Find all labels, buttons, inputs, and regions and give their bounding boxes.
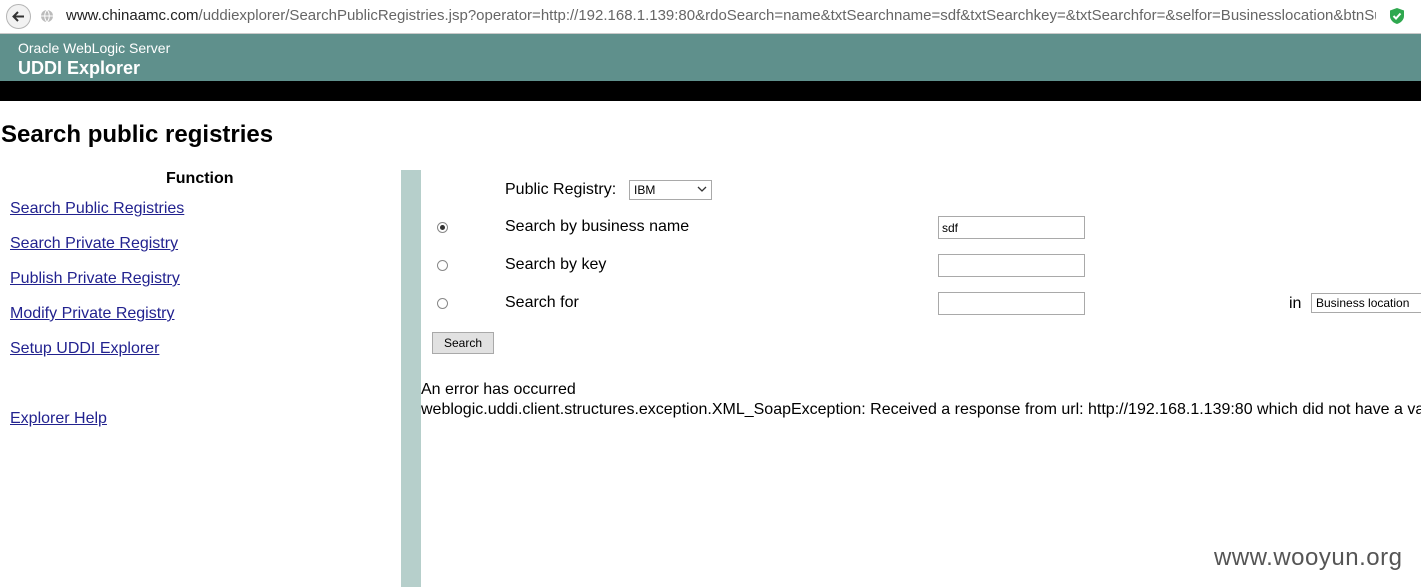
back-button[interactable] bbox=[6, 4, 31, 29]
business-name-input[interactable]: sdf bbox=[938, 216, 1085, 239]
registry-select[interactable]: IBM bbox=[629, 180, 712, 200]
search-for-field-select[interactable]: Business location bbox=[1311, 293, 1421, 313]
header-subtitle: Oracle WebLogic Server bbox=[18, 40, 171, 56]
registry-label: Public Registry: bbox=[505, 181, 617, 198]
shield-icon[interactable] bbox=[1389, 7, 1405, 25]
error-message: weblogic.uddi.client.structures.exceptio… bbox=[421, 401, 1421, 418]
browser-address-bar: www.chinaamc.com/uddiexplorer/SearchPubl… bbox=[0, 0, 1421, 34]
radio-search-by-name[interactable] bbox=[437, 222, 448, 233]
nav-modify-private-registry[interactable]: Modify Private Registry bbox=[10, 305, 175, 323]
error-heading: An error has occurred bbox=[421, 381, 576, 398]
arrow-left-icon bbox=[12, 11, 24, 22]
nav-search-private-registry[interactable]: Search Private Registry bbox=[10, 235, 178, 253]
globe-icon bbox=[41, 9, 53, 23]
nav-setup-uddi-explorer[interactable]: Setup UDDI Explorer bbox=[10, 340, 159, 358]
label-search-by-key: Search by key bbox=[505, 256, 607, 273]
chevron-down-icon bbox=[697, 186, 707, 192]
column-divider bbox=[401, 170, 421, 587]
url-field[interactable]: www.chinaamc.com/uddiexplorer/SearchPubl… bbox=[66, 7, 1376, 24]
search-for-input[interactable] bbox=[938, 292, 1085, 315]
label-search-by-name: Search by business name bbox=[505, 218, 690, 235]
header-divider bbox=[0, 81, 1421, 101]
key-input[interactable] bbox=[938, 254, 1085, 277]
nav-explorer-help[interactable]: Explorer Help bbox=[10, 410, 107, 428]
radio-search-by-key[interactable] bbox=[437, 260, 448, 271]
app-header: Oracle WebLogic Server UDDI Explorer bbox=[0, 34, 1421, 81]
in-label: in bbox=[1289, 295, 1302, 312]
nav-search-public-registries[interactable]: Search Public Registries bbox=[10, 200, 184, 218]
label-search-for: Search for bbox=[505, 294, 579, 311]
header-title: UDDI Explorer bbox=[18, 58, 141, 78]
radio-search-for[interactable] bbox=[437, 298, 448, 309]
search-button[interactable]: Search bbox=[432, 332, 494, 354]
page-title: Search public registries bbox=[1, 121, 274, 148]
watermark: www.wooyun.org bbox=[1214, 544, 1403, 571]
nav-publish-private-registry[interactable]: Publish Private Registry bbox=[10, 270, 180, 288]
nav-heading: Function bbox=[166, 170, 234, 187]
